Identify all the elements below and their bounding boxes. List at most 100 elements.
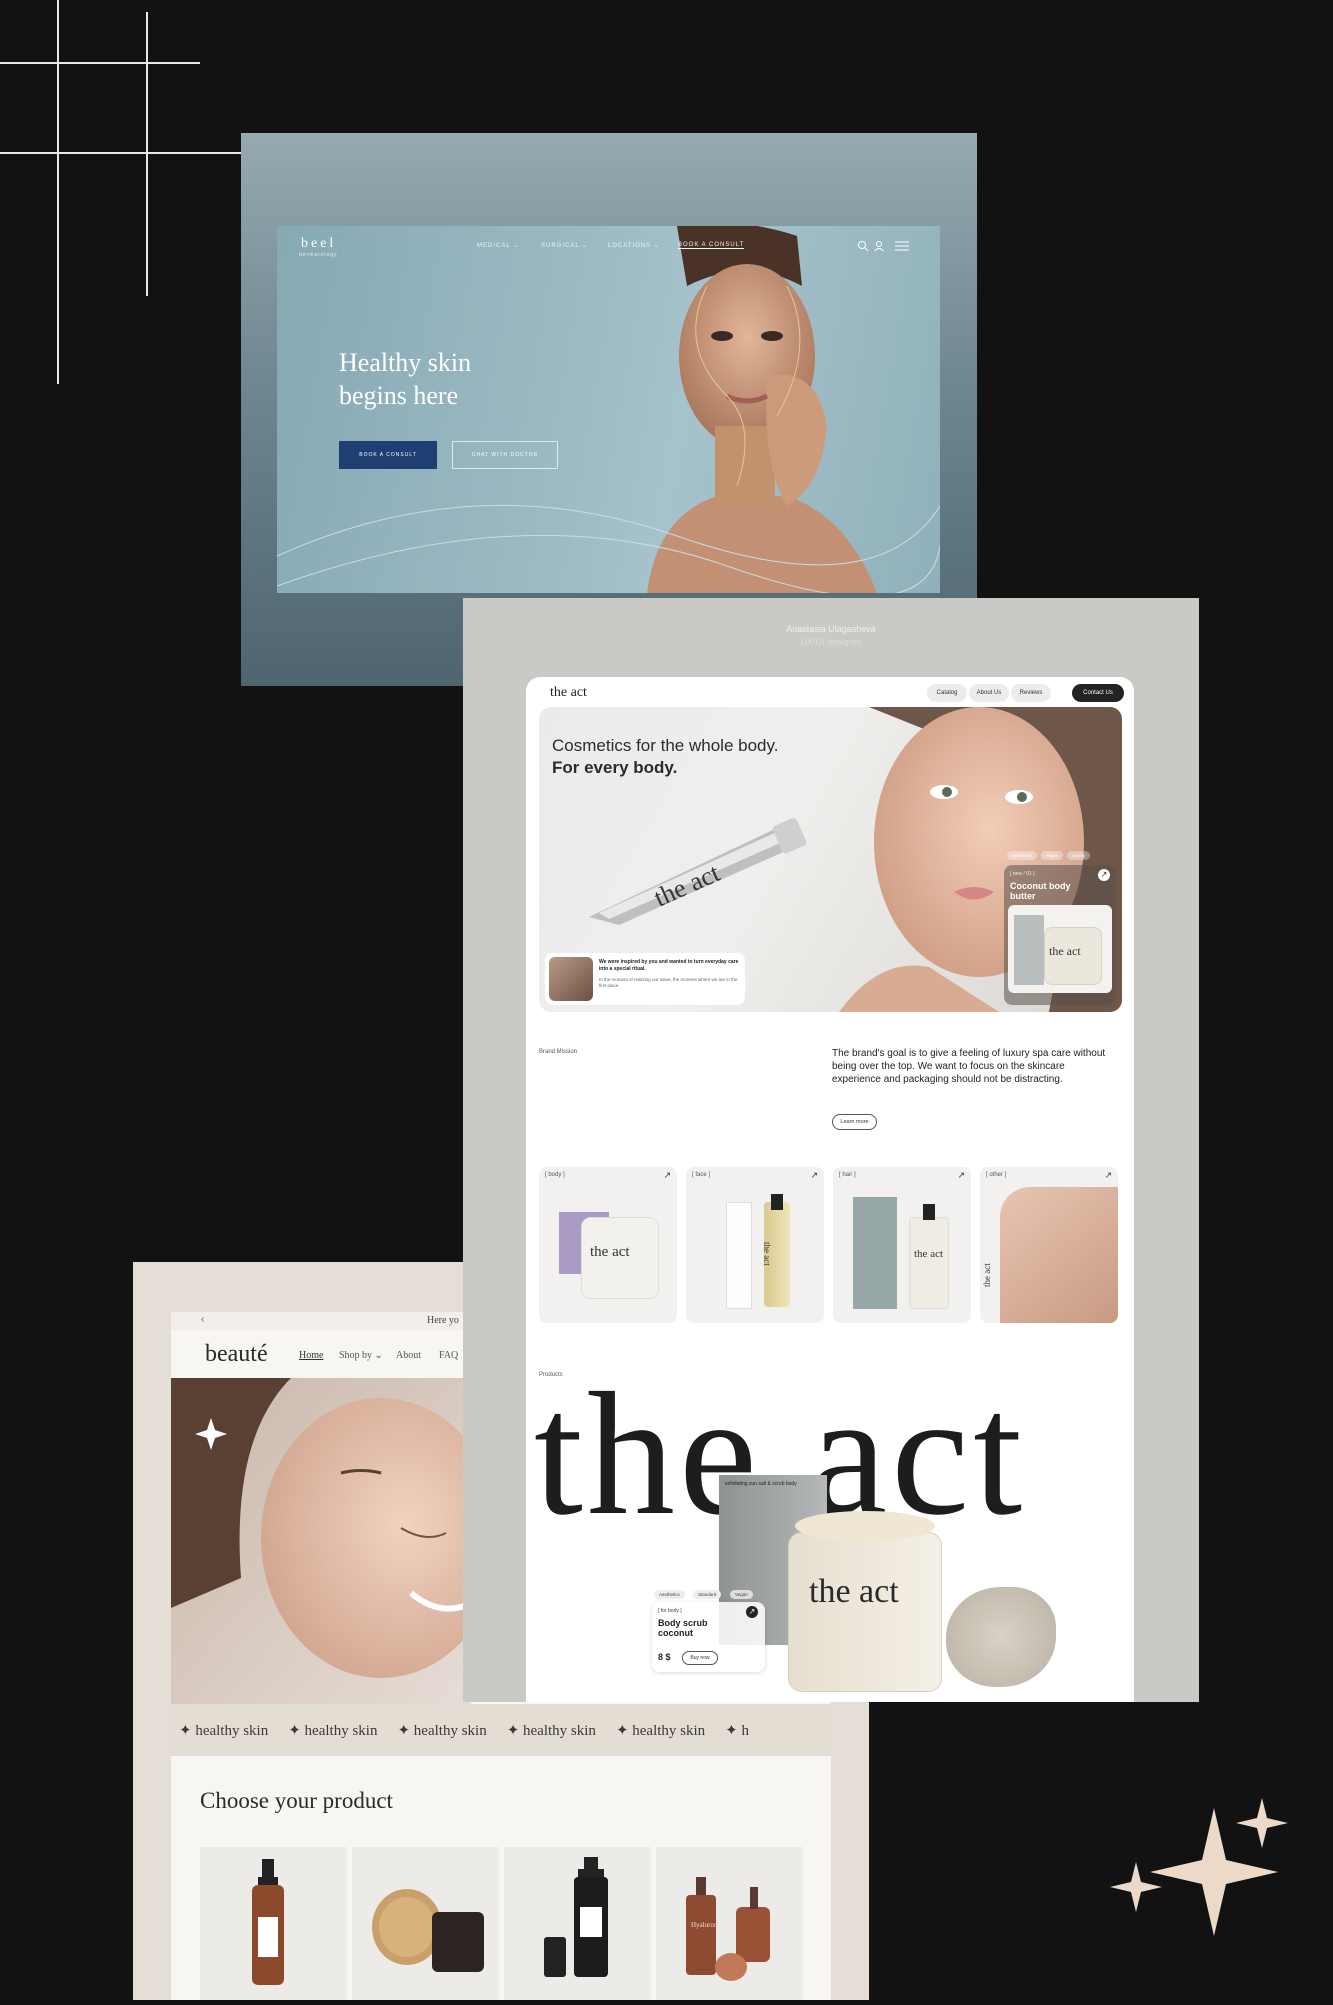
hero-tag[interactable]: vegan [1041,851,1064,860]
decor-line [146,12,148,296]
dropper-bottles-image: Hyaluronic Acid [686,1877,770,1981]
marquee-item: ✦ healthy skin [506,1722,596,1739]
search-icon[interactable] [857,240,869,252]
contact-us-button[interactable]: Contact Us [1072,684,1124,702]
scrub-swatch [946,1587,1056,1687]
product-card[interactable]: Hyaluronic Acid [656,1847,803,2000]
inspiration-thumb [549,957,593,1001]
decor-line [0,62,200,64]
grey-box [1014,915,1044,985]
nav-home[interactable]: Home [299,1350,323,1361]
nav-about-us[interactable]: About Us [969,684,1009,702]
nav-reviews[interactable]: Reviews [1011,684,1051,702]
nav-locations[interactable]: LOCATIONS ⌄ [608,242,660,249]
category-card-other[interactable]: [ other ] ↗ the act [980,1167,1118,1323]
jar-image [372,1889,484,1972]
pump-bottle-image [544,1857,608,1977]
category-label: [ face ] [692,1172,711,1178]
arrow-icon[interactable]: ↗ [663,1170,671,1181]
beaute-hero-image [171,1378,471,1704]
product-card[interactable] [352,1847,499,2000]
marquee-banner: ✦ healthy skin ✦ healthy skin ✦ healthy … [171,1704,831,1756]
chat-doctor-button[interactable]: CHAT WITH DOCTOR [452,441,558,469]
decor-line [57,0,59,384]
brand-mission-text: The brand's goal is to give a feeling of… [832,1048,1106,1085]
product-label: the act [762,1242,772,1266]
featured-jar-label: the act [809,1573,899,1610]
nav-book-consult[interactable]: BOOK A CONSULT [678,242,745,249]
arrow-icon[interactable]: ↗ [810,1170,818,1181]
arrow-icon[interactable]: ↗ [1104,1170,1112,1181]
body-image [1000,1187,1118,1323]
hero-title: Cosmetics for the whole body. For every … [552,736,779,777]
featured-jar: the act [788,1511,942,1692]
beaute-logo[interactable]: beauté [205,1341,268,1368]
arrow-icon[interactable]: ↗ [746,1606,758,1618]
feature-tag[interactable]: Standard [693,1590,722,1599]
buy-now-button[interactable]: Buy now [682,1651,718,1665]
beel-logo[interactable]: beel [301,236,336,252]
feature-tag[interactable]: Aesthetics [654,1590,685,1599]
inspiration-card: We were inspired by you and wanted to tu… [545,953,745,1005]
nav-catalog[interactable]: Catalog [927,684,967,702]
act-hero: the act Cosmetics for the whole body. Fo… [539,707,1122,1012]
featured-name: Body scrub coconut [658,1618,708,1638]
user-icon[interactable] [873,240,885,252]
author-name: Anastasia Ulagasheva [786,624,876,634]
prev-arrow-icon[interactable]: ‹ [201,1314,204,1325]
brand-mission-label: Brand Mission [539,1049,578,1055]
decor-curves [277,504,940,593]
hero-product-tag: [ new / 01 ] [1010,871,1035,877]
nav-about[interactable]: About [396,1350,421,1361]
marquee-item: ✦ healthy skin [288,1722,378,1739]
sparkle-icon [1110,1798,1288,1936]
product-card[interactable] [504,1847,651,2000]
nav-medical[interactable]: MEDICAL ⌄ [477,242,519,249]
hero-product-image: the act [1008,905,1112,993]
nav-faq[interactable]: FAQ [439,1350,458,1361]
product-jar: the act [581,1217,659,1299]
the-act-website-mockup: Anastasia Ulagasheva UX/UI designer the … [463,598,1199,1702]
category-card-body[interactable]: [ body ] ↗ the act [539,1167,677,1323]
the-act-page: the act Catalog About Us Reviews Contact… [526,677,1134,1702]
category-card-hair[interactable]: [ hair ] ↗ the act [833,1167,971,1323]
nav-shop-by[interactable]: Shop by ⌄ [339,1350,383,1361]
book-consult-button[interactable]: BOOK A CONSULT [339,441,437,469]
jar-label: the act [1049,944,1081,958]
marquee-item: ✦ healthy skin [179,1722,269,1739]
nav-surgical[interactable]: SURGICAL ⌄ [541,242,588,249]
featured-product-card[interactable]: [ for body ] ↗ Body scrub coconut 8 $ Bu… [652,1602,765,1672]
product-card[interactable] [200,1847,347,2000]
inspiration-title: We were inspired by you and wanted to tu… [599,959,739,972]
category-label: [ body ] [545,1172,565,1178]
product-bottle: the act [909,1204,949,1309]
marquee-item: ✦ healthy skin [615,1722,706,1739]
bottle-pump [923,1204,935,1220]
serum-bottle-image [252,1859,284,1985]
hero-product-card[interactable]: [ new / 01 ] ↗ Coconut body butter the a… [1004,865,1116,1005]
marquee-item: ✦ h [725,1722,749,1739]
learn-more-button[interactable]: Learn more [832,1114,877,1130]
marquee-item: ✦ healthy skin [397,1722,487,1739]
product-label: the act [914,1248,944,1260]
product-bottle: the act [762,1194,790,1307]
author-role: UX/UI designer [800,637,862,647]
inspiration-text: In the moment of realizing our value, th… [599,977,738,988]
feature-tag[interactable]: Vegan [730,1590,753,1599]
bottle-label: Hyaluronic Acid [691,1921,738,1929]
category-card-face[interactable]: [ face ] ↗ the act [686,1167,824,1323]
the-act-logo[interactable]: the act [550,685,587,701]
menu-icon[interactable] [895,241,909,251]
category-label: [ other ] [986,1172,1007,1178]
hero-tag[interactable]: cruelty [1067,851,1091,860]
arrow-icon[interactable]: ↗ [1098,869,1110,881]
beel-hero: beel dermatology MEDICAL ⌄ SURGICAL ⌄ LO… [277,226,940,593]
product-box [726,1202,752,1309]
hero-tag[interactable]: aesthetics [1007,851,1038,860]
featured-box-text: exfoliating sun salt & scrub body [725,1481,797,1487]
tube-label: the act [650,858,725,913]
featured-tag: [ for body ] [658,1608,682,1614]
arrow-icon[interactable]: ↗ [957,1170,965,1181]
featured-price: 8 $ [658,1652,671,1662]
category-label: [ hair ] [839,1172,856,1178]
